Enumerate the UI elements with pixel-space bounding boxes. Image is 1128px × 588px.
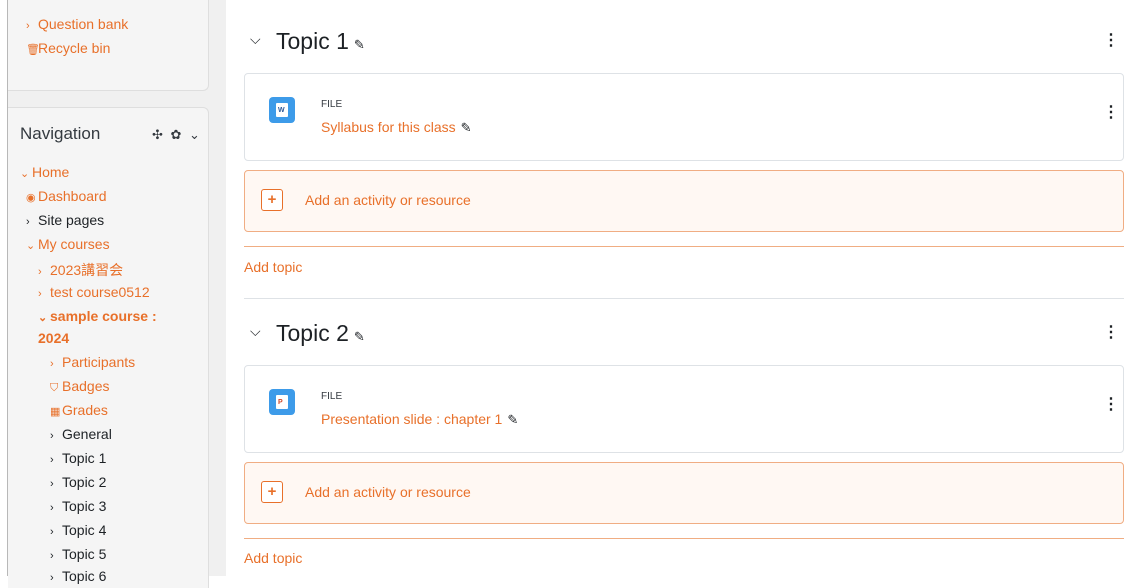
sidebar-item-home[interactable]: ⌄ Home <box>20 164 69 180</box>
activity-name-text: Presentation slide : chapter 1 <box>321 411 503 427</box>
chevron-down-icon: ⌄ <box>26 240 36 252</box>
plus-icon: + <box>261 189 283 211</box>
activity-menu-kebab-icon[interactable]: ⋮ <box>1103 102 1119 122</box>
sidebar-item-label: Topic 1 <box>62 450 107 466</box>
activity-name-link[interactable]: Presentation slide : chapter 1 ✎ <box>321 411 518 428</box>
section-title-topic-2[interactable]: ⌵ Topic 2 ✎ <box>250 320 365 347</box>
chevron-right-icon: › <box>50 572 54 584</box>
navigation-title: Navigation <box>20 124 101 143</box>
add-activity-button[interactable]: + Add an activity or resource <box>244 462 1124 524</box>
section-menu-kebab-icon[interactable]: ⋮ <box>1103 30 1119 50</box>
sidebar-item-label: Dashboard <box>38 188 107 204</box>
window-edge <box>0 0 8 576</box>
section-title-text: Topic 2 <box>276 320 349 346</box>
section-title-topic-1[interactable]: ⌵ Topic 1 ✎ <box>250 28 365 55</box>
sidebar-item-recycle-bin[interactable]: 🗑Recycle bin <box>26 40 110 56</box>
pencil-icon[interactable]: ✎ <box>354 37 365 52</box>
section-separator <box>244 298 1124 299</box>
activity-name-link[interactable]: Syllabus for this class ✎ <box>321 119 472 136</box>
word-file-icon: W <box>269 97 295 123</box>
sidebar-item-label: Question bank <box>38 16 129 32</box>
sidebar-item-label: Topic 5 <box>62 546 107 562</box>
add-activity-button[interactable]: + Add an activity or resource <box>244 170 1124 232</box>
activity-card[interactable]: W FILE Syllabus for this class ✎ ⋮ <box>244 73 1124 161</box>
chevron-down-icon[interactable]: ⌵ <box>250 323 276 340</box>
chevron-right-icon: › <box>50 502 54 514</box>
sidebar-item-grades[interactable]: ▦ Grades <box>50 402 108 418</box>
chevron-right-icon: › <box>38 288 42 300</box>
sidebar-item-course-2023[interactable]: › 2023講習会 <box>38 260 123 280</box>
sidebar-item-topic-5[interactable]: › Topic 5 <box>50 546 106 562</box>
chevron-down-icon: ⌄ <box>38 312 48 324</box>
sidebar-item-label: Grades <box>62 402 108 418</box>
course-content: ⌵ Topic 1 ✎ ⋮ W FILE Syllabus for this cla… <box>226 0 1128 576</box>
sidebar-item-site-pages[interactable]: › Site pages <box>26 212 104 228</box>
activity-menu-kebab-icon[interactable]: ⋮ <box>1103 394 1119 414</box>
block-actions-menu[interactable]: ✣ ✿ ⌄ <box>152 127 202 143</box>
pencil-icon[interactable]: ✎ <box>461 120 472 135</box>
trash-icon: 🗑 <box>26 44 40 56</box>
sidebar-item-label: Badges <box>62 378 110 394</box>
activity-type: FILE <box>321 391 343 402</box>
sidebar-item-label: test course0512 <box>50 284 150 300</box>
sidebar-item-participants[interactable]: › Participants <box>50 354 135 370</box>
chevron-right-icon: › <box>50 358 54 370</box>
sidebar-item-label: Participants <box>62 354 136 370</box>
sidebar-item-label: My courses <box>38 236 110 252</box>
add-activity-label: Add an activity or resource <box>305 192 471 208</box>
sidebar-item-label: Topic 2 <box>62 474 107 490</box>
powerpoint-file-icon: P <box>269 389 295 415</box>
chevron-right-icon: › <box>38 266 42 278</box>
dashboard-icon: ◉ <box>26 192 36 204</box>
chevron-right-icon: › <box>50 550 54 562</box>
section-title-text: Topic 1 <box>276 28 349 54</box>
chevron-down-icon: ⌄ <box>20 168 30 180</box>
sidebar-item-label: Topic 6 <box>62 568 107 584</box>
section-menu-kebab-icon[interactable]: ⋮ <box>1103 322 1119 342</box>
sidebar-item-label: Recycle bin <box>38 40 111 56</box>
sidebar-item-label: General <box>62 426 112 442</box>
sidebar-item-topic-3[interactable]: › Topic 3 <box>50 498 106 514</box>
sidebar-item-dashboard[interactable]: ◉ Dashboard <box>26 188 107 204</box>
add-topic-link[interactable]: Add topic <box>244 259 302 275</box>
pencil-icon[interactable]: ✎ <box>507 412 518 427</box>
chevron-right-icon: › <box>50 454 54 466</box>
sidebar-item-sample-course-year[interactable]: 2024 <box>38 330 69 346</box>
sidebar-item-topic-6[interactable]: › Topic 6 <box>50 568 106 584</box>
sidebar-item-label: Home <box>32 164 70 180</box>
table-icon: ▦ <box>50 406 61 418</box>
sidebar-item-label: Topic 3 <box>62 498 107 514</box>
chevron-down-icon[interactable]: ⌵ <box>250 31 276 48</box>
sidebar-item-my-courses[interactable]: ⌄ My courses <box>26 236 110 252</box>
sidebar-item-label: Site pages <box>38 212 105 228</box>
chevron-right-icon: › <box>26 216 30 228</box>
sidebar-item-test-course[interactable]: › test course0512 <box>38 284 150 300</box>
activity-name-text: Syllabus for this class <box>321 119 456 135</box>
sidebar-item-label: Topic 4 <box>62 522 107 538</box>
sidebar-item-question-bank[interactable]: › Question bank <box>26 16 128 32</box>
chevron-right-icon: › <box>50 478 54 490</box>
chevron-right-icon: › <box>50 526 54 538</box>
chevron-right-icon: › <box>26 20 30 32</box>
shield-icon: ⛉ <box>50 382 59 394</box>
chevron-right-icon: › <box>50 430 54 442</box>
activity-type: FILE <box>321 99 343 110</box>
sidebar-item-label: sample course : <box>50 308 157 324</box>
sidebar-item-badges[interactable]: ⛉ Badges <box>50 378 109 395</box>
sidebar-item-general[interactable]: › General <box>50 426 112 442</box>
plus-icon: + <box>261 481 283 503</box>
sidebar-item-sample-course[interactable]: ⌄ sample course : <box>38 308 157 324</box>
sidebar-item-label: 2023講習会 <box>50 262 124 278</box>
add-topic-link[interactable]: Add topic <box>244 550 302 566</box>
sidebar-item-topic-1[interactable]: › Topic 1 <box>50 450 106 466</box>
add-activity-label: Add an activity or resource <box>305 484 471 500</box>
pencil-icon[interactable]: ✎ <box>354 329 365 344</box>
sidebar-item-topic-4[interactable]: › Topic 4 <box>50 522 106 538</box>
activity-card[interactable]: P FILE Presentation slide : chapter 1 ✎ ⋮ <box>244 365 1124 453</box>
sidebar-item-topic-2[interactable]: › Topic 2 <box>50 474 106 490</box>
sidebar: › Question bank 🗑Recycle bin Navigation ✣… <box>8 0 226 588</box>
section-divider <box>244 246 1124 247</box>
section-divider <box>244 538 1124 539</box>
